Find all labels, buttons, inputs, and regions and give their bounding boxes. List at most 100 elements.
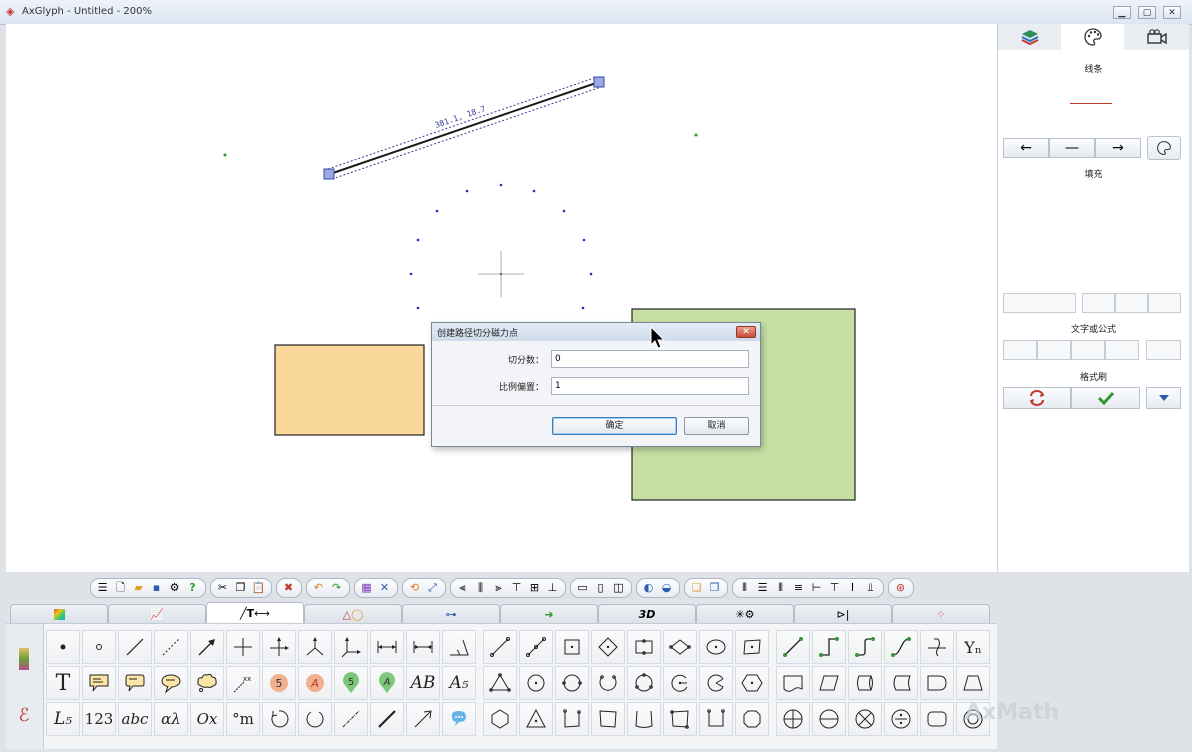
bring-front-icon[interactable]: ❏ — [689, 580, 705, 596]
abc-text-tool[interactable]: abc — [118, 702, 152, 736]
dropdown-button[interactable] — [1146, 387, 1181, 409]
segment-mid-tool[interactable] — [519, 630, 553, 664]
split-count-input[interactable] — [551, 350, 749, 368]
mirror-h-icon[interactable]: ◐ — [641, 580, 657, 596]
cancel-button[interactable]: 取消 — [684, 417, 749, 435]
callout-cloud-tool[interactable] — [190, 666, 224, 700]
hexagon-points-tool[interactable] — [735, 666, 769, 700]
side-image-icon[interactable] — [11, 644, 37, 674]
number-text-tool[interactable]: 123 — [82, 702, 116, 736]
unit-text-tool[interactable]: °m — [226, 702, 260, 736]
cross-tool[interactable] — [226, 630, 260, 664]
circle-center-tool[interactable] — [519, 666, 553, 700]
dialog-close-button[interactable]: ✕ — [736, 326, 756, 338]
distribute-h-icon[interactable]: ⦀ — [737, 580, 753, 596]
mirror-v-icon[interactable]: ◒ — [659, 580, 675, 596]
tab-charts[interactable]: 📈 — [108, 604, 206, 623]
segment-tool[interactable] — [483, 630, 517, 664]
quad-tool[interactable] — [591, 702, 625, 736]
format-option-box[interactable] — [1146, 340, 1181, 360]
number-badge-tool[interactable]: 5 — [262, 666, 296, 700]
format-option-box[interactable] — [1037, 340, 1071, 360]
arc-points-tool[interactable] — [591, 666, 625, 700]
apply-button[interactable] — [1071, 387, 1140, 409]
skew-quad-tool[interactable] — [663, 702, 697, 736]
tab-misc[interactable]: ⁘ — [892, 604, 990, 623]
settings-icon[interactable]: ⚙ — [167, 580, 183, 596]
help-icon[interactable]: ? — [185, 580, 201, 596]
cut-icon[interactable]: ✂ — [215, 580, 231, 596]
divide-circle-tool[interactable] — [884, 702, 918, 736]
subscript-label-tool[interactable]: Yₙ — [956, 630, 990, 664]
sector-tool[interactable] — [699, 666, 733, 700]
paste-icon[interactable]: 📋 — [251, 580, 267, 596]
triangle-tool[interactable] — [519, 702, 553, 736]
axis-label-tool[interactable]: Ox — [190, 702, 224, 736]
arc-tool[interactable] — [298, 702, 332, 736]
chat-bubble-tool[interactable] — [442, 702, 476, 736]
maximize-button[interactable]: ▢ — [1138, 6, 1156, 19]
equal-h-icon[interactable]: ⊢ — [809, 580, 825, 596]
connector-rounded-tool[interactable] — [848, 630, 882, 664]
format-option-box[interactable] — [1071, 340, 1105, 360]
dash-dot-line-tool[interactable] — [334, 702, 368, 736]
stored-data-tool[interactable] — [884, 666, 918, 700]
arc-arrow-tool[interactable] — [262, 702, 296, 736]
axes-tool[interactable] — [334, 630, 368, 664]
parallelogram-tool[interactable] — [812, 666, 846, 700]
letter-pin-tool[interactable]: A — [370, 666, 404, 700]
save-icon[interactable]: ▪ — [149, 580, 165, 596]
hexagon-tool[interactable] — [483, 702, 517, 736]
line-palette-button[interactable] — [1147, 136, 1181, 160]
magnet-points-icon[interactable]: ⊛ — [893, 580, 909, 596]
tab-circuits[interactable]: ⊶ — [402, 604, 500, 623]
angle-tool[interactable] — [442, 630, 476, 664]
square-points-tool[interactable] — [555, 630, 589, 664]
connector-straight-tool[interactable] — [776, 630, 810, 664]
dimension-tool[interactable] — [370, 630, 404, 664]
drawing-canvas[interactable]: 381.1, 18.7 — [6, 24, 997, 572]
connector-curve-tool[interactable] — [884, 630, 918, 664]
parallelogram-points-tool[interactable] — [735, 630, 769, 664]
ab-text-tool[interactable]: AB — [406, 666, 440, 700]
triangle-points-tool[interactable] — [483, 666, 517, 700]
text-option-box[interactable] — [1115, 293, 1148, 313]
tab-mechanics[interactable]: ✳⚙ — [696, 604, 794, 623]
callout-rect-tool[interactable] — [82, 666, 116, 700]
line-handle-start[interactable] — [323, 168, 335, 180]
text-option-box[interactable] — [1082, 293, 1115, 313]
swap-button[interactable] — [1003, 387, 1071, 409]
align-center-icon[interactable]: ⫼ — [473, 580, 489, 596]
line-handle-end[interactable] — [593, 76, 605, 88]
distribute-v-icon[interactable]: ☰ — [755, 580, 771, 596]
circle-quad-tool[interactable] — [555, 666, 589, 700]
same-size-icon[interactable]: ◫ — [611, 580, 627, 596]
rect-points-tool[interactable] — [627, 630, 661, 664]
callout-round-tool[interactable] — [118, 666, 152, 700]
letter-badge-tool[interactable]: A — [298, 666, 332, 700]
align-top-icon[interactable]: ⊤ — [509, 580, 525, 596]
jump-wire-tool[interactable] — [920, 630, 954, 664]
trapezoid-tool[interactable] — [956, 666, 990, 700]
open-folder-icon[interactable]: ▰ — [131, 580, 147, 596]
axis-cross-tool[interactable] — [262, 630, 296, 664]
line-tool[interactable] — [118, 630, 152, 664]
copy-icon[interactable]: ❐ — [233, 580, 249, 596]
text-option-box[interactable] — [1148, 293, 1181, 313]
document-shape-tool[interactable] — [776, 666, 810, 700]
tab-lines-text[interactable]: ╱T⟷ — [206, 602, 304, 623]
circle-arc-tool[interactable] — [663, 666, 697, 700]
octagon-tool[interactable] — [735, 702, 769, 736]
grid-icon[interactable]: ▦ — [359, 580, 375, 596]
dashed-line-tool[interactable] — [154, 630, 188, 664]
three-axis-tool[interactable] — [298, 630, 332, 664]
delay-shape-tool[interactable] — [920, 666, 954, 700]
open-arrow-tool[interactable] — [406, 702, 440, 736]
tab-arrows[interactable]: ➜ — [500, 604, 598, 623]
label-subscript-tool[interactable]: L₅ — [46, 702, 80, 736]
subscript-text-tool[interactable]: A₅ — [442, 666, 476, 700]
align-middle-icon[interactable]: ⊞ — [527, 580, 543, 596]
rhombus-points-tool[interactable] — [663, 630, 697, 664]
close-button[interactable]: ✕ — [1163, 6, 1181, 19]
u-shape-tool[interactable] — [699, 702, 733, 736]
